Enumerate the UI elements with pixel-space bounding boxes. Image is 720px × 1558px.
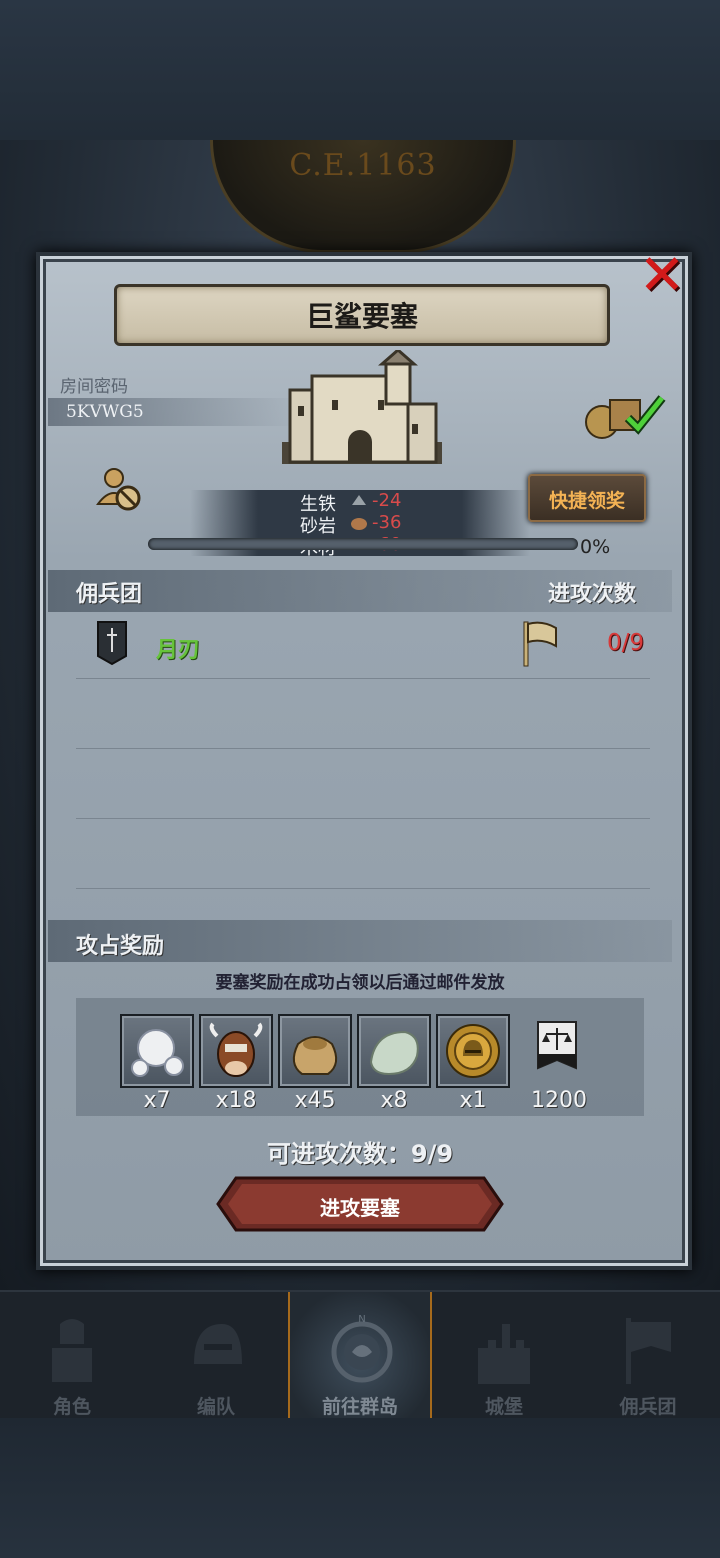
mercenary-attack-count: 0/9 (606, 630, 644, 656)
knight-icon (52, 1319, 92, 1382)
room-code-label: 房间密码 (60, 377, 128, 397)
guild-banner-icon (537, 1021, 577, 1070)
reward-count: x1 (459, 1088, 487, 1113)
nav-label: 编队 (196, 1396, 235, 1418)
banner-icon (626, 1318, 671, 1384)
nav-role[interactable]: 角色 (0, 1292, 144, 1420)
reward-slot[interactable] (120, 1014, 194, 1088)
castle-icon (282, 350, 442, 464)
nav-label: 佣兵团 (619, 1396, 677, 1418)
reward-count: x8 (380, 1088, 408, 1113)
reward-count: x45 (294, 1088, 336, 1113)
resource-value: -24 (372, 490, 402, 511)
reward-slot[interactable] (436, 1014, 510, 1088)
nav-label: 城堡 (484, 1396, 523, 1418)
rewards-section-title: 攻占奖励 (76, 934, 165, 959)
cow-icon (209, 1022, 263, 1077)
compass-icon: N (331, 1314, 393, 1383)
castle-icon (478, 1324, 530, 1384)
reward-slot[interactable] (278, 1014, 352, 1088)
reward-slot[interactable] (199, 1014, 273, 1088)
nav-label: 前往群岛 (321, 1396, 398, 1418)
nav-islands[interactable]: N 前往群岛 (288, 1292, 432, 1420)
dialog-title: 巨鲨要塞 (305, 300, 418, 333)
rewards-note: 要塞奖励在成功占领以后通过邮件发放 (215, 973, 505, 993)
occupy-progress-text: 0% (580, 536, 611, 558)
reward-bag-claimed-icon[interactable] (584, 392, 666, 440)
sword-shield-icon (97, 621, 127, 666)
occupy-progress-bar (148, 538, 578, 550)
room-code[interactable]: 5KVWG5 (66, 402, 144, 422)
reward-slot[interactable] (522, 1014, 592, 1084)
pearl-icon (131, 1029, 184, 1077)
resource-value: -36 (372, 512, 402, 533)
helmet-icon (194, 1324, 242, 1364)
attacks-column-title: 进攻次数 (548, 582, 637, 607)
iron-icon (352, 495, 366, 505)
empty-row-divider (76, 748, 650, 749)
svg-text:N: N (358, 1314, 365, 1325)
bottom-backdrop (0, 1418, 720, 1558)
sandstone-icon (351, 518, 367, 530)
flag-icon (523, 621, 557, 667)
stone-icon (369, 1030, 419, 1076)
grain-sack-icon (292, 1036, 338, 1075)
resource-row: 生铁 -24 (0, 490, 720, 515)
attack-fortress-button[interactable]: 进攻要塞 (216, 1176, 504, 1232)
nav-castle[interactable]: 城堡 (432, 1292, 576, 1420)
nav-label: 角色 (52, 1396, 91, 1418)
mercenary-row[interactable]: 月刃 0/9 (76, 612, 650, 679)
reward-count: x7 (143, 1088, 171, 1113)
nav-formation[interactable]: 编队 (144, 1292, 288, 1420)
close-button[interactable]: ✕ (636, 248, 688, 304)
top-backdrop (0, 0, 720, 140)
nav-mercenary[interactable]: 佣兵团 (576, 1292, 720, 1420)
helmet-coin-icon (446, 1024, 500, 1078)
reward-count: 1200 (531, 1088, 587, 1113)
title-banner: 巨鲨要塞 (114, 284, 610, 346)
reward-slot[interactable] (357, 1014, 431, 1088)
bottom-nav: 角色 编队 N 前往群岛 城堡 佣兵团 (0, 1290, 720, 1420)
empty-row-divider (76, 818, 650, 819)
resource-row: 砂岩 -36 (0, 512, 720, 537)
available-attacks-text: 可进攻次数：9/9 (266, 1140, 454, 1168)
mercenary-section-title: 佣兵团 (76, 582, 143, 607)
era-label: C.E.1163 (289, 148, 437, 183)
reward-count: x18 (215, 1088, 257, 1113)
empty-row-divider (76, 888, 650, 889)
attack-fortress-label: 进攻要塞 (320, 1196, 400, 1220)
mercenary-name: 月刃 (156, 638, 201, 663)
